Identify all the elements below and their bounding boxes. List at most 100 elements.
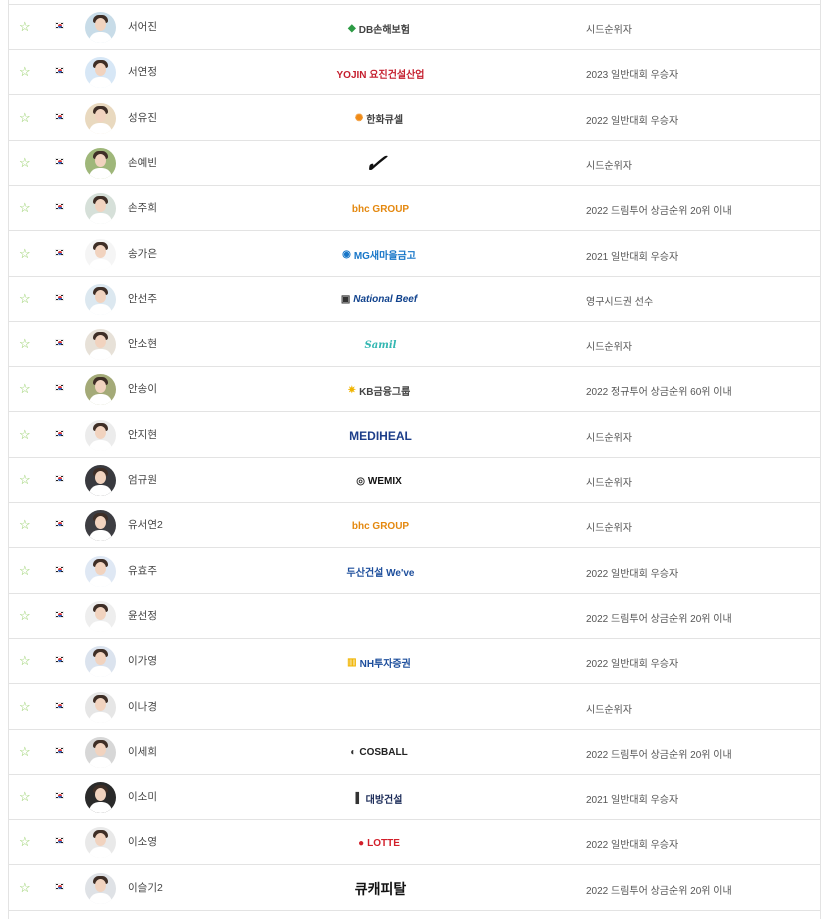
player-avatar[interactable] — [85, 872, 116, 904]
sponsor-name: National Beef — [353, 294, 418, 306]
korea-flag-icon — [55, 248, 64, 256]
favorite-star-icon[interactable]: ☆ — [19, 609, 32, 622]
table-row: ☆ 엄규원 ◎ WEMIX 시드순위자 — [9, 458, 820, 503]
favorite-star-icon[interactable]: ☆ — [19, 518, 32, 531]
player-name[interactable]: 서연정 — [128, 64, 157, 79]
player-name[interactable]: 손주희 — [128, 200, 157, 215]
favorite-star-icon[interactable]: ☆ — [19, 835, 32, 848]
sponsor-name: MEDIHEAL — [349, 428, 412, 443]
favorite-star-icon[interactable]: ☆ — [19, 654, 32, 667]
favorite-star-icon[interactable]: ☆ — [19, 881, 32, 894]
table-row: ☆ 이가영 ▥ NH투자증권 2022 일반대회 우승자 — [9, 639, 820, 685]
sponsor-logo — [329, 604, 429, 630]
player-avatar[interactable] — [85, 691, 116, 723]
player-name[interactable]: 안소현 — [128, 336, 157, 351]
player-name[interactable]: 성유진 — [128, 110, 157, 125]
table-row: ☆ 손예빈 ✓ 시드순위자 — [9, 141, 820, 186]
table-row: ☆ 이슬기2 큐캐피탈 2022 드림투어 상금순위 20위 이내 — [9, 866, 820, 911]
player-name[interactable]: 윤선정 — [128, 608, 157, 623]
sponsor-logo: 큐캐피탈 — [329, 876, 429, 902]
sponsor-logo: MEDIHEAL — [329, 423, 429, 449]
player-avatar[interactable] — [85, 600, 116, 632]
player-table: ☆ 서어진 ◆ DB손해보험 시드순위자 ☆ 서연정 YOJIN 요진건설산업 2… — [8, 0, 821, 919]
favorite-star-icon[interactable]: ☆ — [19, 790, 32, 803]
player-avatar[interactable] — [85, 57, 116, 89]
player-avatar[interactable] — [85, 827, 116, 859]
player-avatar[interactable] — [85, 102, 116, 134]
qualification-note: 2022 정규투어 상금순위 60위 이내 — [586, 387, 732, 399]
player-avatar[interactable] — [85, 465, 116, 496]
favorite-star-icon[interactable]: ☆ — [19, 700, 32, 713]
table-row: ☆ 손주희 bhc GROUP 2022 드림투어 상금순위 20위 이내 — [9, 186, 820, 232]
table-row: ☆ 서연정 YOJIN 요진건설산업 2023 일반대회 우승자 — [9, 50, 820, 96]
sponsor-name: 큐캐피탈 — [354, 880, 407, 897]
wemix-logo-icon: ◎ — [356, 475, 365, 487]
player-name[interactable]: 안송이 — [128, 381, 157, 396]
player-name[interactable]: 엄규원 — [128, 472, 157, 487]
player-name[interactable]: 이소영 — [128, 834, 157, 849]
favorite-star-icon[interactable]: ☆ — [19, 65, 32, 78]
player-name[interactable]: 서어진 — [128, 19, 157, 34]
sponsor-logo: ◆ DB손해보험 — [329, 15, 429, 41]
player-avatar[interactable] — [85, 329, 116, 361]
favorite-star-icon[interactable]: ☆ — [19, 111, 32, 124]
player-name[interactable]: 안지현 — [128, 427, 157, 442]
korea-flag-icon — [55, 112, 64, 120]
player-name[interactable]: 유서연2 — [128, 517, 163, 532]
player-avatar[interactable] — [85, 193, 116, 225]
player-avatar[interactable] — [85, 510, 116, 542]
table-row: ☆ 이세희 ◐ COSBALL 2022 드림투어 상금순위 20위 이내 — [9, 730, 820, 775]
qualification-note: 영구시드권 선수 — [586, 296, 654, 308]
player-name[interactable]: 이세희 — [128, 744, 157, 759]
player-name[interactable]: 손예빈 — [128, 155, 157, 170]
sponsor-logo: ▌ 대방건설 — [329, 785, 429, 811]
player-name[interactable]: 이슬기2 — [128, 880, 163, 895]
table-row: ☆ 유효주 두산건설 We've 2022 일반대회 우승자 — [9, 549, 820, 594]
player-avatar[interactable] — [85, 555, 116, 587]
korea-flag-icon — [55, 746, 64, 754]
favorite-star-icon[interactable]: ☆ — [19, 382, 32, 395]
favorite-star-icon[interactable]: ☆ — [19, 20, 32, 33]
player-name[interactable]: 송가은 — [128, 246, 157, 261]
favorite-star-icon[interactable]: ☆ — [19, 156, 32, 169]
player-avatar[interactable] — [85, 283, 116, 315]
player-avatar[interactable] — [85, 374, 116, 406]
mg-logo-icon: ◉ — [342, 249, 351, 260]
favorite-star-icon[interactable]: ☆ — [19, 292, 32, 305]
player-name[interactable]: 안선주 — [128, 291, 157, 306]
cosball-logo-icon: ◐ — [350, 747, 357, 759]
daebang-logo-icon: ▌ — [355, 792, 363, 804]
favorite-star-icon[interactable]: ☆ — [19, 201, 32, 214]
nh-logo-icon: ▥ — [347, 656, 357, 668]
qualification-note: 2022 일반대회 우승자 — [586, 840, 679, 852]
player-avatar[interactable] — [85, 147, 116, 179]
sponsor-name: WEMIX — [367, 475, 402, 487]
favorite-star-icon[interactable]: ☆ — [19, 337, 32, 350]
korea-flag-icon — [55, 656, 64, 664]
player-name[interactable]: 이나경 — [128, 699, 157, 714]
favorite-star-icon[interactable]: ☆ — [19, 247, 32, 260]
qualification-note: 2022 일반대회 우승자 — [586, 115, 679, 127]
table-row: ☆ 안송이 ✷ KB금융그룹 2022 정규투어 상금순위 60위 이내 — [9, 367, 820, 413]
player-avatar[interactable] — [85, 419, 116, 451]
sponsor-logo: ▣ National Beef — [329, 287, 429, 313]
favorite-star-icon[interactable]: ☆ — [19, 745, 32, 758]
favorite-star-icon[interactable]: ☆ — [19, 473, 32, 486]
favorite-star-icon[interactable]: ☆ — [19, 428, 32, 441]
player-name[interactable]: 유효주 — [128, 563, 157, 578]
nike-swoosh-icon: ✓ — [360, 149, 395, 178]
player-avatar[interactable] — [85, 238, 116, 270]
player-avatar[interactable] — [85, 646, 116, 678]
player-avatar[interactable] — [85, 782, 116, 814]
player-name[interactable]: 이가영 — [128, 653, 157, 668]
player-name[interactable]: 이소미 — [128, 789, 157, 804]
sponsor-name: 대방건설 — [365, 794, 403, 806]
sponsor-name: Samil — [364, 339, 397, 351]
korea-flag-icon — [55, 565, 64, 573]
player-avatar[interactable] — [85, 12, 116, 43]
favorite-star-icon[interactable]: ☆ — [19, 564, 32, 577]
korea-flag-icon — [55, 520, 64, 528]
sponsor-name: bhc GROUP — [351, 520, 410, 532]
sponsor-logo: ◉ MG새마을금고 — [329, 242, 429, 268]
player-avatar[interactable] — [85, 736, 116, 768]
